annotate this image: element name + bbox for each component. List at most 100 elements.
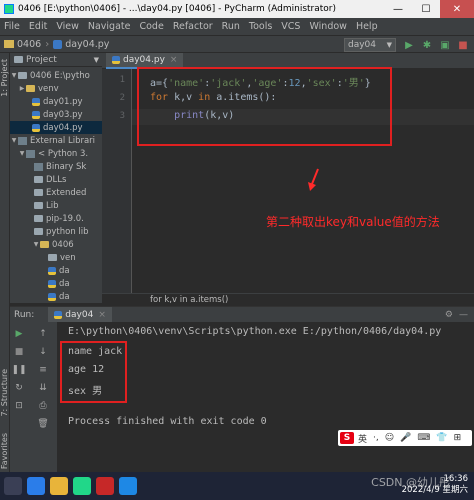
menu-refactor[interactable]: Refactor: [173, 21, 213, 32]
ime-toolbar[interactable]: S 英 ·, ☺ 🎤 ⌨ 👕 ⊞: [338, 430, 472, 446]
tree-item[interactable]: ▶ venv: [10, 82, 59, 95]
minimize-button[interactable]: —: [384, 0, 412, 18]
close-tab-icon[interactable]: ×: [170, 55, 178, 65]
breadcrumb-file[interactable]: day04.py: [53, 39, 109, 50]
menu-view[interactable]: View: [56, 21, 79, 32]
chevron-down-icon[interactable]: ▼: [94, 56, 99, 64]
menu-code[interactable]: Code: [139, 21, 163, 32]
console-exit-message: Process finished with exit code 0: [68, 416, 267, 427]
tree-item[interactable]: da: [10, 277, 70, 290]
tree-item[interactable]: da: [10, 264, 70, 277]
menu-file[interactable]: File: [4, 21, 20, 32]
editor-gutter: 1 2 3: [102, 69, 132, 293]
debug-icon[interactable]: ✱: [420, 38, 434, 52]
close-tab-icon[interactable]: ×: [98, 310, 106, 320]
run-config-select[interactable]: day04 ▼: [344, 38, 396, 52]
tree-item[interactable]: day03.py: [10, 108, 83, 121]
punctuation-icon[interactable]: ·,: [373, 433, 379, 443]
tree-item[interactable]: python lib: [10, 225, 89, 238]
emoji-icon[interactable]: ☺: [385, 433, 394, 443]
scroll-to-end-icon[interactable]: ⇊: [37, 382, 49, 394]
tree-item-label: da: [59, 291, 70, 302]
clock-time: 16:36: [443, 474, 469, 484]
project-tool-tab[interactable]: 1: Project: [0, 59, 10, 97]
run-tab-day04[interactable]: day04 ×: [48, 306, 112, 323]
stop-icon[interactable]: ■: [456, 38, 470, 52]
library-icon: [34, 162, 43, 171]
folder-icon: [34, 176, 43, 183]
menu-edit[interactable]: Edit: [29, 21, 47, 32]
print-icon[interactable]: ⎙: [37, 400, 49, 412]
python-file-icon: [53, 39, 63, 49]
expanded-arrow-icon[interactable]: ▼: [10, 137, 18, 144]
rerun-failed-icon[interactable]: ↻: [13, 382, 25, 394]
tree-item[interactable]: day01.py: [10, 95, 83, 108]
line-number: 1: [119, 75, 125, 85]
stop-icon[interactable]: ■: [13, 346, 25, 358]
start-icon[interactable]: [4, 477, 22, 495]
tree-item[interactable]: DLLs: [10, 173, 66, 186]
tree-item[interactable]: ▼ 0406 E:\pytho: [10, 69, 90, 82]
pause-icon[interactable]: ❚❚: [11, 364, 26, 376]
breadcrumb-project[interactable]: 0406: [4, 39, 41, 50]
tree-item[interactable]: ▼ 0406: [10, 238, 74, 251]
run-icon[interactable]: ▶: [402, 38, 416, 52]
app-icon[interactable]: [96, 477, 114, 495]
annotation-text: 第二种取出key和value值的方法: [266, 215, 440, 229]
skin-icon[interactable]: 👕: [436, 433, 447, 443]
expanded-arrow-icon[interactable]: ▼: [10, 72, 18, 79]
rerun-icon[interactable]: ▶: [13, 328, 25, 340]
folder-icon: [34, 189, 43, 196]
arrow-down-icon[interactable]: ↓: [37, 346, 49, 358]
menu-window[interactable]: Window: [309, 21, 346, 32]
toolbox-icon[interactable]: ⊞: [454, 433, 462, 443]
coverage-icon[interactable]: ▣: [438, 38, 452, 52]
tree-item[interactable]: ▼ < Python 3.: [10, 147, 88, 160]
collapsed-arrow-icon[interactable]: ▶: [18, 85, 26, 92]
pycharm-icon: [4, 4, 14, 14]
app-icon[interactable]: [119, 477, 137, 495]
hide-panel-icon[interactable]: —: [459, 310, 468, 320]
pin-tab-icon[interactable]: ⊡: [13, 400, 25, 412]
tree-item[interactable]: da: [10, 290, 70, 303]
folder-icon: [26, 85, 35, 92]
close-button[interactable]: ✕: [440, 0, 474, 18]
soft-wrap-icon[interactable]: ≡: [37, 364, 49, 376]
pycharm-taskbar-icon[interactable]: [73, 477, 91, 495]
browser-icon[interactable]: [27, 477, 45, 495]
tree-item[interactable]: Lib: [10, 199, 59, 212]
tree-item[interactable]: day04.py: [10, 121, 102, 134]
maximize-button[interactable]: ☐: [412, 0, 440, 18]
arrow-up-icon[interactable]: ↑: [37, 328, 49, 340]
tree-item[interactable]: ▼ External Librari: [10, 134, 95, 147]
menu-help[interactable]: Help: [356, 21, 378, 32]
tree-item[interactable]: ven: [10, 251, 76, 264]
structure-tool-tab[interactable]: 7: Structure: [0, 369, 10, 417]
console-toolbar: ↑ ↓ ≡ ⇊ ⎙ 🗑: [28, 322, 58, 472]
microphone-icon[interactable]: 🎤: [400, 433, 411, 443]
trash-icon[interactable]: 🗑: [37, 418, 49, 430]
window-title: 0406 [E:\python\0406] - ...\day04.py [04…: [18, 4, 337, 14]
window-titlebar: 0406 [E:\python\0406] - ...\day04.py [04…: [0, 0, 474, 18]
project-panel-header: Project ▼: [10, 53, 102, 67]
editor-breadcrumb[interactable]: for k,v in a.items(): [102, 293, 474, 306]
explorer-icon[interactable]: [50, 477, 68, 495]
tree-item[interactable]: Binary Sk: [10, 160, 86, 173]
expanded-arrow-icon[interactable]: ▼: [32, 241, 40, 248]
menu-run[interactable]: Run: [222, 21, 240, 32]
menu-vcs[interactable]: VCS: [281, 21, 300, 32]
tree-item[interactable]: pip-19.0.: [10, 212, 84, 225]
expanded-arrow-icon[interactable]: ▼: [18, 150, 26, 157]
gear-icon[interactable]: ⚙: [445, 310, 453, 320]
python-file-icon: [32, 97, 40, 106]
tree-item-label: DLLs: [46, 174, 67, 185]
tree-item-label: venv: [38, 83, 59, 94]
keyboard-icon[interactable]: ⌨: [417, 433, 430, 443]
tree-item[interactable]: Extended: [10, 186, 86, 199]
ime-mode[interactable]: 英: [358, 432, 367, 445]
run-panel-header: Run: day04 × ⚙ —: [10, 306, 474, 323]
menu-tools[interactable]: Tools: [249, 21, 272, 32]
menu-navigate[interactable]: Navigate: [88, 21, 131, 32]
menu-bar: File Edit View Navigate Code Refactor Ru…: [0, 18, 474, 35]
project-panel-title: Project: [26, 54, 57, 65]
